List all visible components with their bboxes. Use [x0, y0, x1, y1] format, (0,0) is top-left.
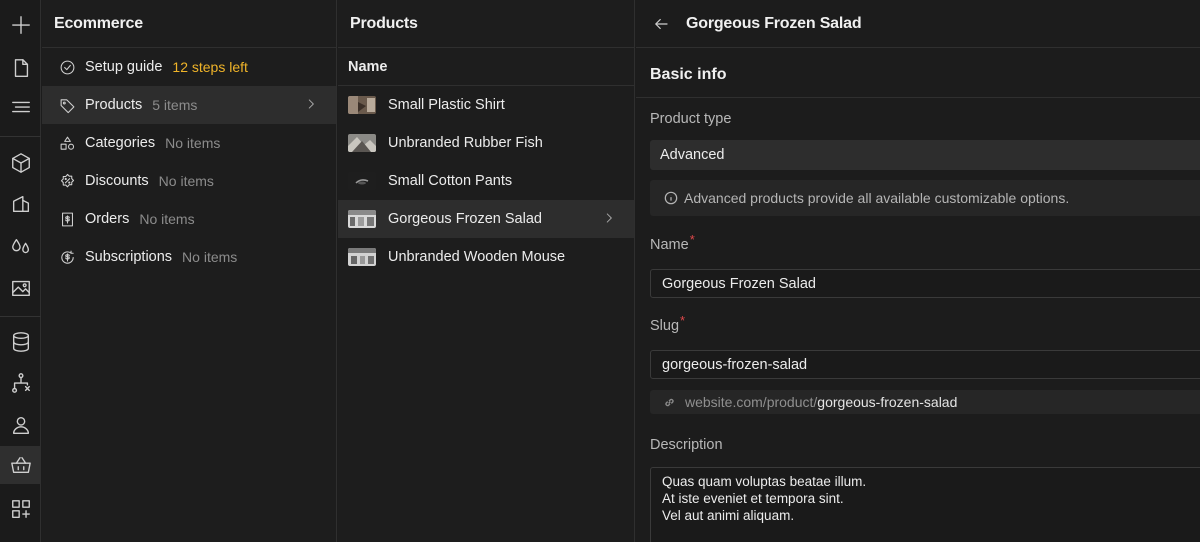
product-thumbnail [348, 172, 376, 190]
nav-item-subscriptions[interactable]: Subscriptions No items [42, 238, 336, 276]
shapes-icon[interactable] [0, 185, 41, 223]
nav-count: No items [165, 135, 221, 151]
nav-label: Subscriptions [85, 249, 173, 265]
detail-header: Gorgeous Frozen Salad [636, 0, 1200, 48]
name-label: Name* [650, 232, 695, 253]
nav-label: Categories [85, 135, 156, 151]
menu-lines-icon[interactable] [0, 88, 41, 126]
slug-input[interactable]: gorgeous-frozen-salad [650, 350, 1200, 379]
product-type-select[interactable]: Advanced [650, 140, 1200, 170]
nav-label: Orders [85, 211, 130, 227]
recurring-dollar-icon [58, 248, 76, 266]
icon-rail [0, 0, 41, 542]
nav-count: No items [182, 249, 238, 265]
nav-item-discounts[interactable]: Discounts No items [42, 162, 336, 200]
product-thumbnail [348, 210, 376, 228]
description-label: Description [650, 437, 723, 453]
description-line: Quas quam voluptas beatae illum. [662, 474, 867, 489]
back-arrow-icon[interactable] [652, 15, 670, 33]
products-title: Products [338, 0, 634, 48]
basket-icon[interactable] [0, 446, 41, 484]
receipt-icon [58, 210, 76, 228]
link-icon [665, 398, 674, 406]
cube-icon[interactable] [0, 144, 41, 182]
name-input[interactable]: Gorgeous Frozen Salad [650, 269, 1200, 298]
product-row[interactable]: Small Cotton Pants [338, 162, 634, 200]
product-row[interactable]: Unbranded Rubber Fish [338, 124, 634, 162]
nav-label: Setup guide [85, 59, 163, 75]
products-panel: Products Name Small Plastic Shirt Unbran… [338, 0, 635, 542]
product-row[interactable]: Small Plastic Shirt [338, 86, 634, 124]
nav-count: No items [158, 173, 214, 189]
product-name: Gorgeous Frozen Salad [388, 211, 542, 227]
nav-item-products[interactable]: Products 5 items [42, 86, 336, 124]
database-icon[interactable] [0, 323, 41, 361]
product-name: Small Plastic Shirt [388, 97, 505, 113]
section-title: Basic info [650, 66, 727, 83]
shapes-category-icon [58, 134, 76, 152]
product-name: Unbranded Rubber Fish [388, 135, 543, 151]
flow-icon[interactable] [0, 364, 41, 402]
product-row[interactable]: Unbranded Wooden Mouse [338, 238, 634, 276]
description-line: At iste eveniet et tempora sint. [662, 491, 844, 506]
chevron-right-icon [602, 211, 616, 225]
check-circle-icon [58, 58, 76, 76]
product-detail-panel: Gorgeous Frozen Salad Basic info Product… [636, 0, 1200, 542]
description-line: Vel aut animi aliquam. [662, 508, 795, 523]
required-marker: * [689, 232, 695, 247]
ecommerce-title: Ecommerce [42, 0, 336, 48]
nav-item-setup-guide[interactable]: Setup guide 12 steps left [42, 48, 336, 86]
product-name: Unbranded Wooden Mouse [388, 249, 566, 265]
nav-label: Products [85, 97, 143, 113]
required-marker: * [680, 313, 686, 328]
nav-count: 5 items [152, 97, 198, 113]
user-icon[interactable] [0, 406, 41, 444]
product-type-label: Product type [650, 111, 732, 127]
chevron-right-icon [304, 97, 318, 111]
info-icon [664, 191, 678, 205]
nav-count: No items [139, 211, 195, 227]
discount-badge-icon [58, 172, 76, 190]
url-preview: website.com/product/gorgeous-frozen-sala… [650, 390, 1200, 414]
nav-label: Discounts [85, 173, 149, 189]
product-thumbnail [348, 96, 376, 114]
product-type-info: Advanced products provide all available … [650, 180, 1200, 216]
file-icon[interactable] [0, 49, 41, 87]
apps-icon[interactable] [0, 490, 41, 528]
url-base: website.com/product/ [685, 394, 818, 410]
detail-title: Gorgeous Frozen Salad [686, 14, 862, 32]
image-icon[interactable] [0, 269, 41, 307]
product-thumbnail [348, 248, 376, 266]
nav-item-categories[interactable]: Categories No items [42, 124, 336, 162]
plus-icon[interactable] [0, 6, 41, 44]
nav-count: 12 steps left [172, 59, 248, 75]
column-header-name[interactable]: Name [338, 48, 634, 86]
drops-icon[interactable] [0, 228, 41, 266]
url-slug: gorgeous-frozen-salad [817, 394, 958, 410]
description-textarea[interactable]: Quas quam voluptas beatae illum. At iste… [650, 467, 1200, 542]
nav-item-orders[interactable]: Orders No items [42, 200, 336, 238]
slug-label: Slug* [650, 313, 686, 334]
ecommerce-panel: Ecommerce Setup guide 12 steps left Prod… [42, 0, 337, 542]
product-row-selected[interactable]: Gorgeous Frozen Salad [338, 200, 634, 238]
product-thumbnail [348, 134, 376, 152]
tag-icon [58, 96, 76, 114]
product-name: Small Cotton Pants [388, 173, 513, 189]
info-text: Advanced products provide all available … [684, 190, 1070, 206]
